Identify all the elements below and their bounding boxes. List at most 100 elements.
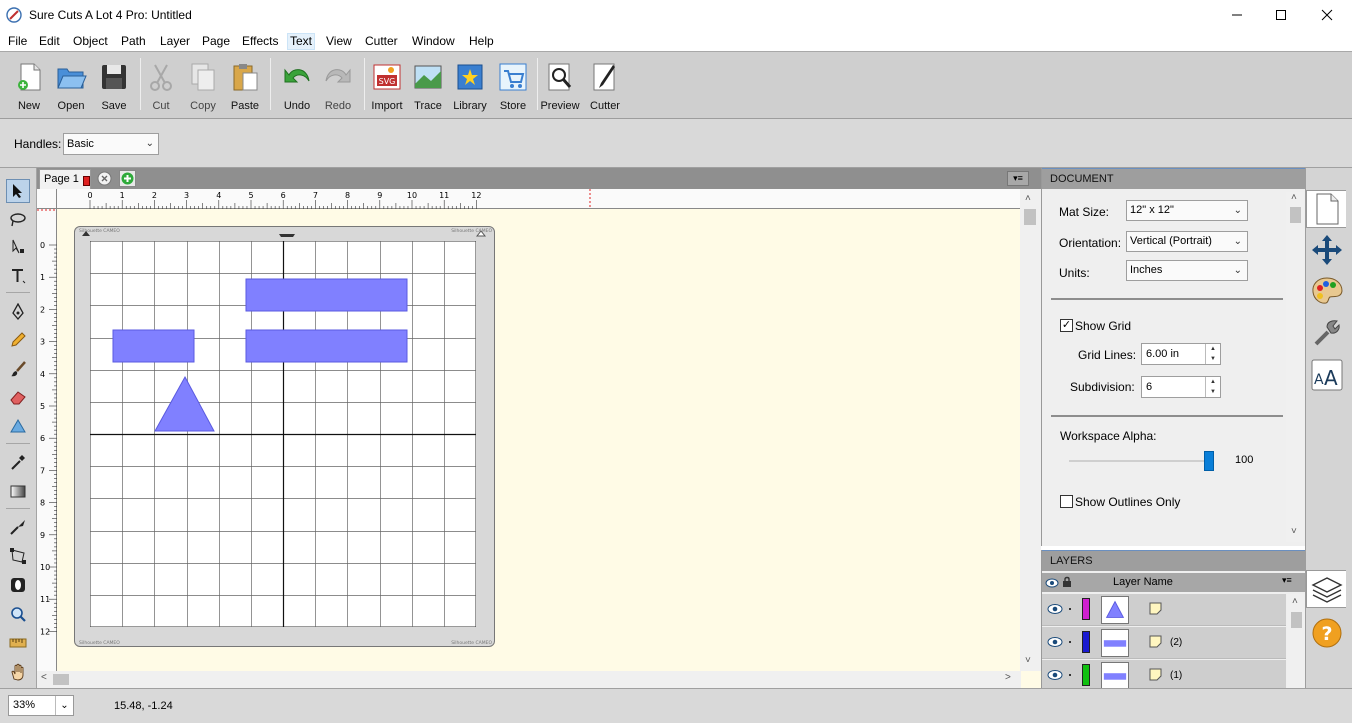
chevron-down-icon[interactable]: ⌄	[55, 696, 73, 715]
settings-panel-tab[interactable]	[1309, 314, 1345, 352]
cut-button[interactable]: Cut	[139, 58, 183, 116]
open-button[interactable]: Open	[49, 58, 93, 116]
layer-lock-dot[interactable]	[1069, 641, 1071, 643]
spinner-arrows-icon[interactable]: ▲ ▼	[1205, 377, 1220, 397]
subdivision-spinbox[interactable]: 6 ▲ ▼	[1141, 376, 1221, 398]
eye-icon[interactable]	[1047, 603, 1063, 615]
page-tab[interactable]: Page 1	[39, 169, 91, 189]
orientation-dropdown[interactable]: Vertical (Portrait) ⌄	[1126, 231, 1248, 252]
color-panel-tab[interactable]	[1309, 272, 1345, 310]
document-panel-scrollbar[interactable]: ˄ ˅	[1286, 192, 1304, 542]
eye-icon[interactable]	[1047, 636, 1063, 648]
layer-lock-dot[interactable]	[1069, 674, 1071, 676]
trace-button[interactable]: Trace	[406, 58, 450, 116]
menu-window[interactable]: Window	[410, 33, 457, 50]
menu-file[interactable]: File	[6, 33, 29, 50]
copy-button[interactable]: Copy	[181, 58, 225, 116]
document-panel-tab[interactable]	[1306, 190, 1346, 228]
grid-lines-spinbox[interactable]: 6.00 in ▲ ▼	[1141, 343, 1221, 365]
close-page-icon[interactable]	[97, 171, 112, 186]
scroll-down-arrow-icon[interactable]: ˅	[1025, 655, 1031, 666]
menu-object[interactable]: Object	[71, 33, 110, 50]
node-edit-tool[interactable]	[6, 235, 30, 259]
mat-grid[interactable]	[90, 241, 476, 627]
page-color-swatch[interactable]	[83, 176, 90, 186]
new-button[interactable]: New	[7, 58, 51, 116]
layer-color-swatch[interactable]	[1082, 631, 1090, 653]
menu-page[interactable]: Page	[200, 33, 232, 50]
layers-panel-tab[interactable]	[1306, 570, 1346, 608]
workspace-alpha-slider-track[interactable]	[1069, 460, 1212, 462]
menu-effects[interactable]: Effects	[240, 33, 280, 50]
hand-pan-tool[interactable]	[6, 660, 30, 684]
scroll-up-arrow-icon[interactable]: ˄	[1291, 192, 1297, 203]
pen-tool[interactable]	[6, 300, 30, 324]
layers-menu-icon[interactable]: ▾≡	[1282, 575, 1292, 586]
close-window-button[interactable]	[1304, 0, 1350, 30]
knife-tool[interactable]	[6, 515, 30, 539]
eraser-tool[interactable]	[6, 385, 30, 409]
zoom-tool[interactable]	[6, 602, 30, 626]
gradient-tool[interactable]	[6, 479, 30, 503]
page-options-menu-icon[interactable]: ▾≡	[1007, 171, 1029, 186]
rectangle-shape-middle[interactable]	[245, 329, 408, 363]
scroll-right-arrow-icon[interactable]: >	[1005, 672, 1011, 683]
minimize-button[interactable]	[1214, 0, 1260, 30]
layer-lock-dot[interactable]	[1069, 608, 1071, 610]
eyedropper-tool[interactable]	[6, 450, 30, 474]
scroll-left-arrow-icon[interactable]: <	[41, 672, 47, 683]
document-scroll-thumb[interactable]	[1290, 207, 1301, 223]
save-button[interactable]: Save	[92, 58, 136, 116]
rectangle-shape-top[interactable]	[245, 278, 408, 312]
shape-tool[interactable]	[6, 414, 30, 438]
add-page-icon[interactable]	[119, 170, 136, 187]
layers-scrollbar[interactable]: ˄	[1287, 594, 1305, 688]
pencil-tool[interactable]	[6, 328, 30, 352]
show-outlines-checkbox[interactable]	[1060, 495, 1073, 508]
transform-tool[interactable]	[6, 544, 30, 568]
menu-layer[interactable]: Layer	[158, 33, 192, 50]
move-panel-tab[interactable]	[1309, 231, 1345, 269]
handles-dropdown[interactable]: Basic ⌄	[63, 133, 159, 155]
scroll-up-arrow-icon[interactable]: ˄	[1025, 193, 1031, 204]
library-button[interactable]: Library	[448, 58, 492, 116]
import-button[interactable]: SVG Import	[365, 58, 409, 116]
layer-row[interactable]: (2)	[1042, 627, 1286, 659]
zoom-level-dropdown[interactable]: 33% ⌄	[8, 695, 74, 716]
units-dropdown[interactable]: Inches ⌄	[1126, 260, 1248, 281]
mat-size-dropdown[interactable]: 12" x 12" ⌄	[1126, 200, 1248, 221]
help-panel-tab[interactable]: ?	[1309, 614, 1345, 652]
cutter-button[interactable]: Cutter	[583, 58, 627, 116]
layer-color-swatch[interactable]	[1082, 664, 1090, 686]
measure-tool[interactable]	[6, 631, 30, 655]
layer-row[interactable]	[1042, 594, 1286, 626]
weld-tool[interactable]	[6, 573, 30, 597]
scroll-down-arrow-icon[interactable]: ˅	[1291, 526, 1297, 537]
spinner-arrows-icon[interactable]: ▲ ▼	[1205, 344, 1220, 364]
menu-view[interactable]: View	[324, 33, 354, 50]
eye-icon[interactable]	[1047, 669, 1063, 681]
horizontal-scroll-thumb[interactable]	[53, 674, 69, 685]
layers-scroll-thumb[interactable]	[1291, 612, 1302, 628]
select-tool[interactable]	[6, 179, 30, 203]
canvas-vertical-scrollbar[interactable]: ˄ ˅	[1020, 189, 1041, 671]
lasso-tool[interactable]	[6, 207, 30, 231]
show-grid-checkbox[interactable]: ✓	[1060, 319, 1073, 332]
paste-button[interactable]: Paste	[223, 58, 267, 116]
vertical-scroll-thumb[interactable]	[1024, 209, 1036, 225]
canvas-workspace[interactable]: 0 1 2 3 4 5 6 7 8 9 10 11 12 0 1 2 3 4 5 6 7 8 9 10 11 12 Silhou…	[37, 189, 1041, 688]
menu-path[interactable]: Path	[119, 33, 148, 50]
menu-text[interactable]: Text	[287, 33, 316, 50]
undo-button[interactable]: Undo	[275, 58, 319, 116]
layer-color-swatch[interactable]	[1082, 598, 1090, 620]
scroll-up-arrow-icon[interactable]: ˄	[1292, 596, 1298, 607]
maximize-button[interactable]	[1258, 0, 1304, 30]
text-panel-tab[interactable]: AA	[1309, 356, 1345, 394]
preview-button[interactable]: Preview	[538, 58, 582, 116]
menu-cutter[interactable]: Cutter	[363, 33, 400, 50]
menu-help[interactable]: Help	[467, 33, 496, 50]
redo-button[interactable]: Redo	[316, 58, 360, 116]
layer-row[interactable]: (1)	[1042, 660, 1286, 688]
menu-edit[interactable]: Edit	[37, 33, 62, 50]
brush-tool[interactable]	[6, 357, 30, 381]
